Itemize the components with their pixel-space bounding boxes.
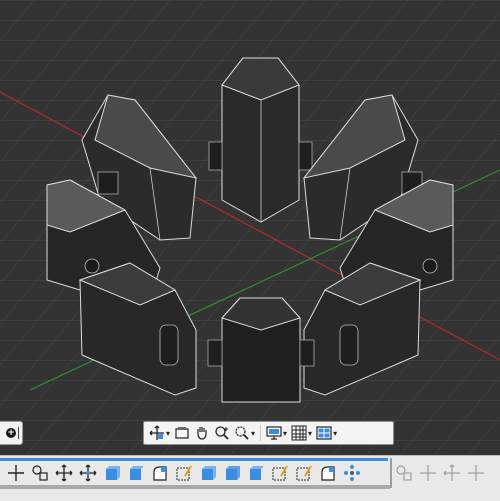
box-select-2-icon (272, 465, 288, 481)
align-icon (420, 465, 436, 481)
pan-orbit-icon (149, 425, 164, 440)
grid-icon (291, 425, 307, 441)
pattern-tool-button[interactable] (342, 463, 362, 483)
chevron-down-icon: ▾ (308, 428, 313, 438)
move-arrows-button[interactable] (54, 463, 74, 483)
cube-edit-button[interactable] (222, 463, 242, 483)
pan-orbit-button[interactable]: ▾ (148, 423, 171, 443)
plus-icon: + (6, 428, 16, 438)
extrude-tool-button[interactable] (150, 463, 170, 483)
ribbon-scrollbar-thumb[interactable] (0, 485, 390, 489)
sketch-2-icon (296, 465, 312, 481)
cube-edit-icon (226, 466, 240, 480)
zoom-window-button[interactable]: ▾ (233, 423, 256, 443)
zoom-button[interactable] (213, 423, 231, 443)
zoom-window-icon (235, 426, 249, 440)
3d-viewport[interactable] (0, 0, 500, 455)
box-edit-icon (130, 466, 144, 480)
chevron-down-icon: ▾ (333, 428, 338, 438)
display-settings-button[interactable]: ▾ (265, 423, 288, 443)
add-tab-button[interactable]: + (0, 421, 23, 445)
orbit-tool-button[interactable] (78, 463, 98, 483)
combine-tool-button[interactable] (394, 463, 414, 483)
hand-pan-icon (197, 427, 207, 440)
fillet-icon (321, 466, 335, 481)
grid-button[interactable]: ▾ (290, 423, 313, 443)
extrude-icon (153, 466, 167, 481)
ribbon-tool-strip (6, 463, 362, 483)
viewcube-button[interactable] (173, 423, 191, 443)
viewcube-icon (175, 427, 189, 439)
cube-icon (202, 466, 216, 480)
mirror-tool-button[interactable] (442, 463, 462, 483)
hand-pan-button[interactable] (193, 423, 211, 443)
move-4-icon (468, 465, 484, 481)
combine-icon (396, 465, 412, 481)
pan-tool-button[interactable] (30, 463, 50, 483)
ribbon-scrollbar[interactable] (0, 485, 390, 489)
pan-icon (32, 465, 48, 481)
sketch-2-button[interactable] (294, 463, 314, 483)
display-settings-icon (266, 426, 282, 440)
viewports-icon (316, 426, 332, 440)
box-edit-button[interactable] (126, 463, 146, 483)
move-tool-button[interactable] (6, 463, 26, 483)
move-icon (8, 465, 24, 481)
box-select-button[interactable] (246, 463, 266, 483)
box-select-2-button[interactable] (270, 463, 290, 483)
pattern-icon (344, 465, 360, 481)
ribbon-active-tab-indicator (0, 458, 388, 461)
align-tool-button[interactable] (418, 463, 438, 483)
sketch-icon (176, 465, 192, 481)
chevron-down-icon: ▾ (251, 428, 256, 438)
model-scene[interactable] (0, 0, 500, 455)
ribbon-section-divider (390, 458, 392, 488)
tab-divider (18, 427, 19, 439)
zoom-icon (215, 426, 229, 440)
chevron-down-icon: ▾ (166, 428, 171, 438)
box-tool-button[interactable] (102, 463, 122, 483)
block-top[interactable] (208, 57, 313, 223)
mirror-icon (443, 464, 460, 481)
toolbar-divider (260, 425, 262, 441)
sketch-tool-button[interactable] (174, 463, 194, 483)
ribbon-disabled-tools (394, 463, 486, 483)
move-arrows-icon (55, 464, 73, 482)
fillet-tool-button[interactable] (318, 463, 338, 483)
move-4-tool-button[interactable] (466, 463, 486, 483)
box-icon (106, 466, 120, 480)
navigation-toolbar: ▾ ▾ ▾ ▾ ▾ (143, 421, 394, 445)
orbit-icon (79, 464, 97, 482)
chevron-down-icon: ▾ (283, 428, 288, 438)
viewports-button[interactable]: ▾ (315, 423, 338, 443)
box-select-icon (250, 466, 264, 480)
cube-tool-button[interactable] (198, 463, 218, 483)
